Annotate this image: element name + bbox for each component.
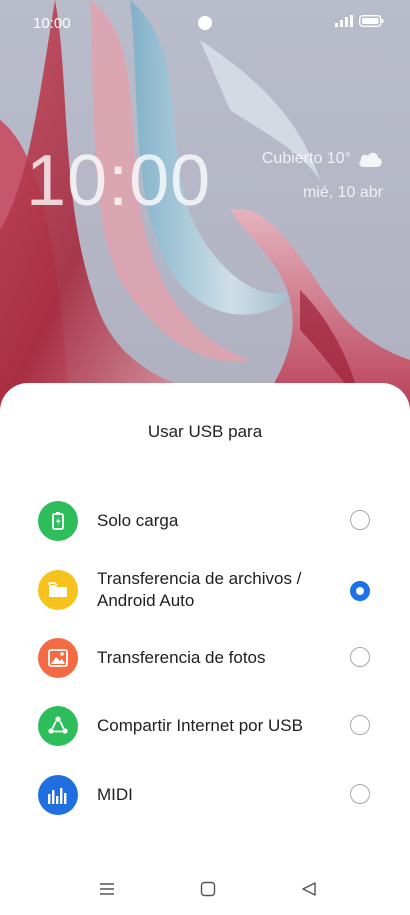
option-transferencia-fotos[interactable]: Transferencia de fotos bbox=[0, 628, 410, 688]
option-label: Transferencia de fotos bbox=[97, 648, 266, 667]
back-icon[interactable] bbox=[298, 878, 320, 900]
status-bar: 10:00 bbox=[0, 0, 410, 46]
front-camera bbox=[198, 16, 212, 30]
radio-button-selected[interactable] bbox=[350, 581, 370, 601]
image-icon bbox=[38, 638, 78, 678]
navigation-bar bbox=[0, 868, 410, 915]
weather-text: Cubierto 10° bbox=[261, 150, 351, 167]
option-compartir-internet[interactable]: Compartir Internet por USB bbox=[0, 696, 410, 756]
option-transferencia-archivos[interactable]: Transferencia de archivos / Android Auto bbox=[0, 560, 410, 630]
option-label: Compartir Internet por USB bbox=[97, 716, 303, 735]
share-icon bbox=[38, 706, 78, 746]
dialog-title: Usar USB para bbox=[147, 422, 263, 441]
equalizer-icon bbox=[38, 775, 78, 815]
menu-icon[interactable] bbox=[96, 878, 118, 900]
signal-icon bbox=[335, 15, 353, 27]
usb-mode-dialog: Usar USB para Solo carga Transferencia d… bbox=[0, 383, 410, 915]
radio-button[interactable] bbox=[350, 715, 370, 735]
option-label: Transferencia de archivos / Android Auto bbox=[97, 569, 302, 610]
folder-icon bbox=[38, 570, 78, 610]
lock-screen-wallpaper: 10:00 10:00 Cubierto 10° mié, 10 abr bbox=[0, 0, 410, 420]
option-label: MIDI bbox=[97, 785, 133, 804]
lock-screen-date: mié, 10 abr bbox=[302, 184, 383, 201]
battery-charge-icon bbox=[38, 501, 78, 541]
battery-icon bbox=[359, 15, 384, 27]
weather-widget: Cubierto 10° bbox=[262, 150, 383, 168]
option-solo-carga[interactable]: Solo carga bbox=[0, 491, 410, 551]
lock-screen-clock: 10:00 bbox=[26, 141, 212, 221]
cloud-icon bbox=[359, 152, 382, 167]
option-label: Solo carga bbox=[97, 511, 179, 530]
status-time: 10:00 bbox=[33, 15, 71, 32]
radio-button[interactable] bbox=[350, 647, 370, 667]
option-midi[interactable]: MIDI bbox=[0, 765, 410, 825]
home-icon[interactable] bbox=[197, 878, 219, 900]
radio-button[interactable] bbox=[350, 784, 370, 804]
radio-button[interactable] bbox=[350, 510, 370, 530]
status-icons bbox=[335, 15, 384, 27]
